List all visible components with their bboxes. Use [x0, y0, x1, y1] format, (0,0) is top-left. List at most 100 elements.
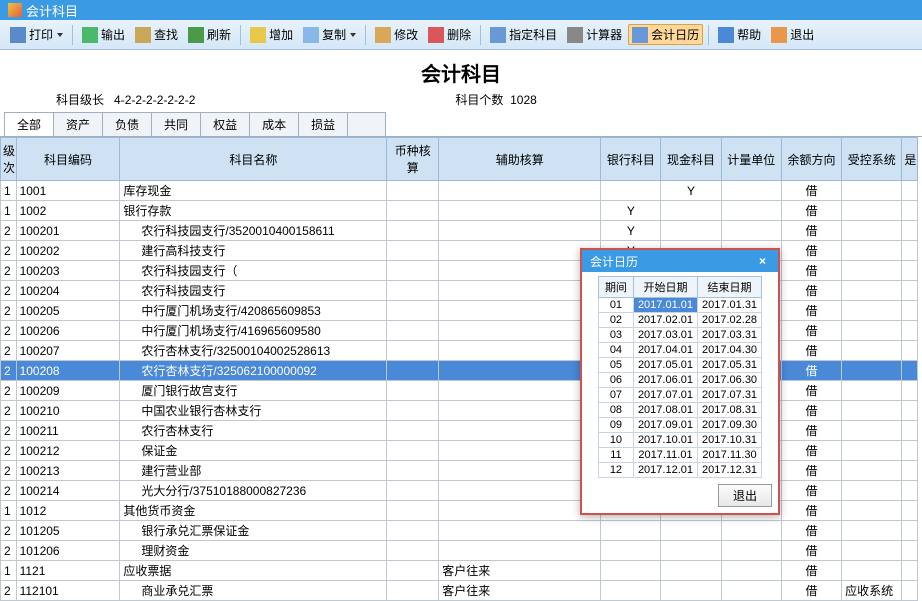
toolbar-打印[interactable]: 打印 — [6, 24, 67, 45]
cal-row[interactable]: 022017.02.012017.02.28 — [598, 313, 761, 328]
cell: 建行营业部 — [120, 461, 387, 481]
tab-全部[interactable]: 全部 — [4, 112, 54, 136]
table-row[interactable]: 11002银行存款Y借 — [1, 201, 918, 221]
cell — [601, 581, 661, 601]
close-icon[interactable]: × — [755, 254, 770, 268]
cell — [601, 541, 661, 561]
cell: 借 — [781, 581, 841, 601]
toolbar-label: 查找 — [154, 26, 178, 43]
column-header[interactable]: 科目名称 — [120, 138, 387, 181]
cal-row[interactable]: 092017.09.012017.09.30 — [598, 418, 761, 433]
cal-cell: 2017.03.01 — [633, 328, 697, 343]
column-header[interactable]: 科目编码 — [16, 138, 120, 181]
cell — [387, 581, 439, 601]
table-row[interactable]: 11121应收票据客户往来借 — [1, 561, 918, 581]
toolbar-查找[interactable]: 查找 — [131, 24, 182, 45]
toolbar-计算器[interactable]: 计算器 — [563, 24, 626, 45]
cell: 光大分行/37510188000827236 — [120, 481, 387, 501]
打印-icon — [10, 27, 26, 43]
tab-成本[interactable]: 成本 — [249, 112, 299, 136]
calendar-dialog: 会计日历 × 期间开始日期结束日期 012017.01.012017.01.31… — [580, 248, 780, 515]
accounts-grid: 级次科目编码科目名称币种核算辅助核算银行科目现金科目计量单位余额方向受控系统是 … — [0, 137, 918, 601]
column-header[interactable]: 是 — [902, 138, 918, 181]
cal-row[interactable]: 072017.07.012017.07.31 — [598, 388, 761, 403]
cell: 2 — [1, 361, 17, 381]
toolbar-删除[interactable]: 删除 — [424, 24, 475, 45]
column-header[interactable]: 现金科目 — [661, 138, 721, 181]
cal-row[interactable]: 102017.10.012017.10.31 — [598, 433, 761, 448]
cal-row[interactable]: 052017.05.012017.05.31 — [598, 358, 761, 373]
cell: 保证金 — [120, 441, 387, 461]
dialog-titlebar[interactable]: 会计日历 × — [582, 250, 778, 272]
column-header[interactable]: 银行科目 — [601, 138, 661, 181]
toolbar-指定科目[interactable]: 指定科目 — [486, 24, 561, 45]
toolbar-帮助[interactable]: 帮助 — [714, 24, 765, 45]
cal-row[interactable]: 112017.11.012017.11.30 — [598, 448, 761, 463]
tab-共同[interactable]: 共同 — [151, 112, 201, 136]
cell — [439, 341, 601, 361]
cell — [902, 581, 918, 601]
cell: 借 — [781, 501, 841, 521]
toolbar-输出[interactable]: 输出 — [78, 24, 129, 45]
column-header[interactable]: 辅助核算 — [439, 138, 601, 181]
cell — [842, 461, 902, 481]
tab-blank[interactable] — [347, 112, 386, 136]
cell — [439, 261, 601, 281]
cell: 借 — [781, 341, 841, 361]
cal-cell: 03 — [598, 328, 633, 343]
cell — [902, 481, 918, 501]
cell — [387, 401, 439, 421]
cal-cell: 12 — [598, 463, 633, 478]
tab-负债[interactable]: 负债 — [102, 112, 152, 136]
cal-row[interactable]: 082017.08.012017.08.31 — [598, 403, 761, 418]
toolbar-label: 计算器 — [586, 26, 622, 43]
cell — [721, 521, 781, 541]
toolbar-修改[interactable]: 修改 — [371, 24, 422, 45]
toolbar-会计日历[interactable]: 会计日历 — [628, 24, 703, 45]
cell: 2 — [1, 341, 17, 361]
cal-row[interactable]: 042017.04.012017.04.30 — [598, 343, 761, 358]
cell — [902, 261, 918, 281]
toolbar-退出[interactable]: 退出 — [767, 24, 818, 45]
cell — [387, 521, 439, 541]
toolbar-label: 删除 — [447, 26, 471, 43]
toolbar-增加[interactable]: 增加 — [246, 24, 297, 45]
cell: 借 — [781, 441, 841, 461]
column-header[interactable]: 受控系统 — [842, 138, 902, 181]
column-header[interactable]: 计量单位 — [721, 138, 781, 181]
table-row[interactable]: 2100201农行科技园支行/3520010400158611Y借 — [1, 221, 918, 241]
cal-cell: 2017.09.01 — [633, 418, 697, 433]
cell — [842, 221, 902, 241]
cell — [842, 301, 902, 321]
cal-row[interactable]: 062017.06.012017.06.30 — [598, 373, 761, 388]
cal-row[interactable]: 122017.12.012017.12.31 — [598, 463, 761, 478]
tab-权益[interactable]: 权益 — [200, 112, 250, 136]
cell: 借 — [781, 241, 841, 261]
table-row[interactable]: 2101206理财资金借 — [1, 541, 918, 561]
table-row[interactable]: 11001库存现金Y借 — [1, 181, 918, 201]
cell: 厦门银行故宫支行 — [120, 381, 387, 401]
toolbar-刷新[interactable]: 刷新 — [184, 24, 235, 45]
cell: 借 — [781, 361, 841, 381]
table-row[interactable]: 2112101商业承兑汇票客户往来借应收系统 — [1, 581, 918, 601]
page-title: 会计科目 — [421, 58, 501, 87]
cal-row[interactable]: 012017.01.012017.01.31 — [598, 298, 761, 313]
cal-cell: 2017.10.01 — [633, 433, 697, 448]
exit-button[interactable]: 退出 — [718, 484, 772, 507]
cell: 100205 — [16, 301, 120, 321]
column-header[interactable]: 币种核算 — [387, 138, 439, 181]
toolbar-复制[interactable]: 复制 — [299, 24, 360, 45]
cell — [842, 381, 902, 401]
toolbar-label: 打印 — [29, 26, 53, 43]
cell — [661, 201, 721, 221]
cal-cell: 2017.04.01 — [633, 343, 697, 358]
table-row[interactable]: 2101205银行承兑汇票保证金借 — [1, 521, 918, 541]
cal-row[interactable]: 032017.03.012017.03.31 — [598, 328, 761, 343]
tab-资产[interactable]: 资产 — [53, 112, 103, 136]
cell: 2 — [1, 401, 17, 421]
tab-损益[interactable]: 损益 — [298, 112, 348, 136]
column-header[interactable]: 级次 — [1, 138, 17, 181]
cal-cell: 06 — [598, 373, 633, 388]
查找-icon — [135, 27, 151, 43]
column-header[interactable]: 余额方向 — [781, 138, 841, 181]
